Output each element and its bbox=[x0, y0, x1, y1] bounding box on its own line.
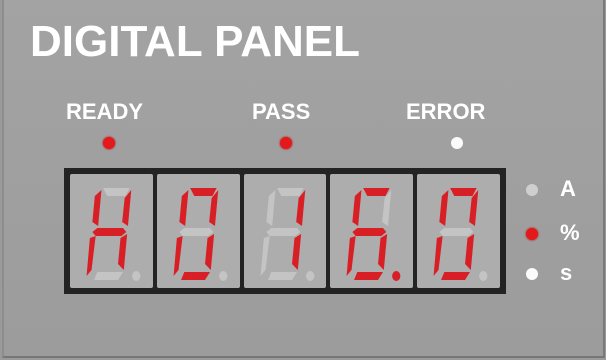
segment-c bbox=[291, 234, 301, 270]
segment-c bbox=[465, 234, 475, 270]
segment-d bbox=[94, 272, 123, 280]
segment-a bbox=[276, 188, 304, 196]
display-digit bbox=[156, 174, 240, 288]
decimal-point bbox=[132, 271, 141, 281]
segment-f bbox=[265, 190, 276, 226]
unit-percent-label: % bbox=[560, 220, 580, 245]
digital-panel: DIGITAL PANEL READY PASS ERROR A % s bbox=[2, 0, 605, 358]
segment-g bbox=[352, 228, 387, 236]
unit-row-amps: A bbox=[522, 178, 602, 202]
decimal-point bbox=[479, 271, 488, 281]
segment-f bbox=[439, 190, 449, 226]
segment-e bbox=[86, 236, 96, 276]
decimal-point bbox=[392, 271, 401, 281]
segment-a bbox=[363, 188, 391, 196]
decimal-point bbox=[218, 271, 228, 281]
display-digits bbox=[70, 174, 500, 288]
display-digit bbox=[70, 174, 153, 288]
segment-d bbox=[354, 272, 384, 280]
segment-e bbox=[260, 236, 270, 276]
unit-row-percent: % bbox=[522, 222, 602, 246]
unit-a-led-icon bbox=[526, 184, 538, 196]
segment-d bbox=[267, 272, 297, 280]
segment-c bbox=[204, 234, 214, 270]
unit-s-label: s bbox=[560, 260, 573, 285]
segment-g bbox=[179, 228, 214, 236]
seven-segment-display bbox=[64, 168, 506, 294]
unit-percent-led-icon bbox=[526, 228, 538, 240]
segment-f bbox=[352, 190, 362, 226]
unit-s-led-icon bbox=[526, 268, 538, 280]
segment-e bbox=[346, 236, 357, 276]
segment-a bbox=[189, 188, 217, 196]
segment-a bbox=[450, 188, 477, 196]
display-digit bbox=[243, 174, 327, 288]
segment-d bbox=[441, 272, 471, 280]
segment-e bbox=[433, 236, 443, 276]
unit-a-label: A bbox=[560, 176, 576, 201]
display-digit bbox=[330, 174, 414, 288]
display-digit bbox=[417, 174, 500, 288]
panel-title: DIGITAL PANEL bbox=[30, 17, 360, 66]
error-label: ERROR bbox=[406, 99, 486, 124]
segment-c bbox=[378, 234, 388, 270]
ready-label: READY bbox=[66, 99, 144, 124]
segment-f bbox=[92, 190, 102, 226]
segment-f bbox=[179, 190, 189, 226]
ready-led-icon bbox=[103, 137, 115, 149]
error-led-icon bbox=[451, 137, 463, 149]
unit-row-seconds: s bbox=[522, 262, 602, 286]
segment-g bbox=[439, 228, 474, 236]
decimal-point bbox=[305, 271, 314, 281]
pass-led-icon bbox=[280, 137, 292, 149]
segment-g bbox=[92, 228, 127, 236]
segment-a bbox=[103, 188, 130, 196]
segment-g bbox=[265, 228, 300, 236]
pass-label: PASS bbox=[252, 99, 311, 124]
segment-c bbox=[118, 234, 128, 270]
segment-e bbox=[173, 236, 183, 276]
segment-d bbox=[180, 272, 210, 280]
